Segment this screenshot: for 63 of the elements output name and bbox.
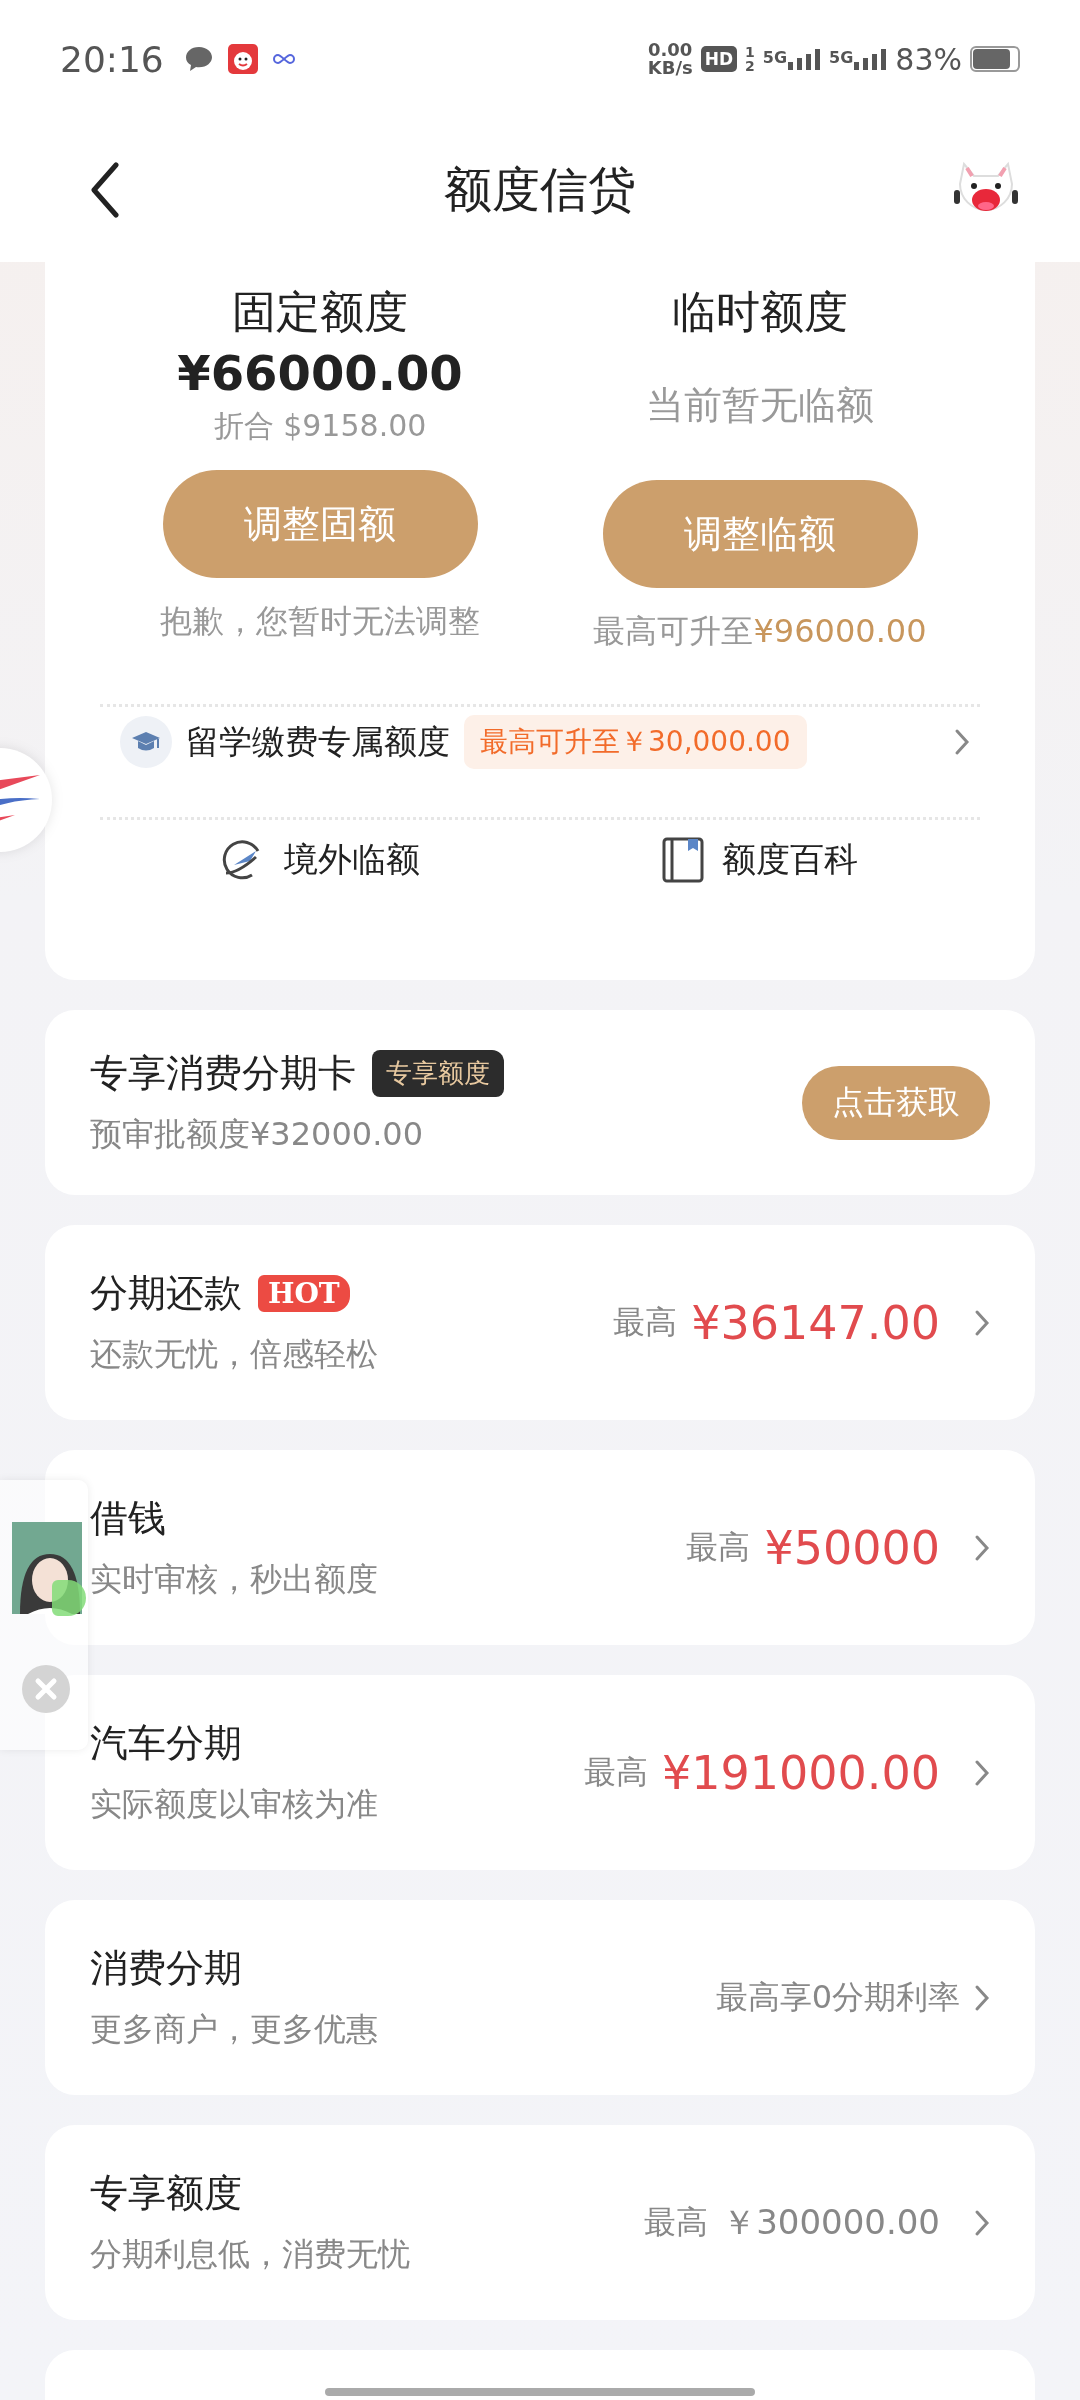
- message-icon: [183, 45, 214, 73]
- chevron-right-icon[interactable]: [954, 728, 970, 756]
- offer-subtitle: 预审批额度¥32000.00: [90, 1114, 425, 1155]
- quota-title: 固定额度: [232, 285, 408, 339]
- converted-amount: 折合 $9158.00: [213, 407, 427, 445]
- sim-label: 1: [745, 45, 755, 59]
- product-title: 分期还款: [90, 1270, 242, 1317]
- product-subtitle: 更多商户，更多优惠: [90, 2009, 378, 2050]
- app-icon: [227, 44, 258, 74]
- hot-badge: HOT: [258, 1275, 350, 1312]
- product-card[interactable]: 专享额度 分期利息低，消费无忧 最高 ￥300000.00: [45, 2125, 1035, 2320]
- quota-amount: ¥66000.00: [177, 344, 463, 403]
- signal-icon: [853, 48, 888, 70]
- chevron-right-icon: [974, 2208, 990, 2237]
- product-card[interactable]: 分期还款 HOT 还款无忧，倍感轻松 最高 ¥36147.00: [45, 1225, 1035, 1420]
- page-title: 额度信贷: [443, 160, 637, 219]
- product-subtitle: 实际额度以审核为准: [90, 1784, 378, 1825]
- signal-icon: [787, 48, 822, 70]
- product-title: 消费分期: [90, 1945, 242, 1992]
- product-card[interactable]: 汽车分期 实际额度以审核为准 最高 ¥191000.00: [45, 1675, 1035, 1870]
- product-subtitle: 还款无忧，倍感轻松: [90, 1334, 378, 1375]
- limit-label: 最高: [613, 1301, 678, 1343]
- product-title: 汽车分期: [90, 1720, 242, 1767]
- chevron-right-icon: [974, 1533, 990, 1562]
- chevron-right-icon: [974, 1308, 990, 1337]
- product-card[interactable]: 消费分期 更多商户，更多优惠 最高享0分期利率: [45, 1900, 1035, 2095]
- limit-amount: ¥36147.00: [691, 1295, 940, 1350]
- sim-label: 2: [745, 59, 755, 73]
- limit-label: 最高享0分期利率: [715, 1976, 960, 2018]
- promo-badge: 最高可升至￥30,000.00: [464, 715, 807, 769]
- book-icon[interactable]: [662, 837, 704, 883]
- graduation-cap-icon: [120, 716, 172, 768]
- infinity-icon: [271, 52, 296, 66]
- quota-note: 抱歉，您暂时无法调整: [160, 601, 480, 642]
- quota-status: 当前暂无临额: [646, 382, 874, 429]
- quota-title: 临时额度: [672, 285, 848, 339]
- chevron-right-icon: [974, 1983, 990, 2012]
- limit-label: 最高: [644, 2201, 709, 2243]
- quota-note: 最高可升至¥96000.00: [593, 611, 927, 652]
- status-time: 20:16: [60, 38, 164, 80]
- limit-amount: ￥300000.00: [722, 2200, 940, 2244]
- product-title: 专享额度: [90, 2170, 242, 2217]
- network-type: 5G: [829, 48, 854, 67]
- link-label[interactable]: 境外临额: [284, 837, 420, 883]
- limit-amount: ¥50000: [764, 1520, 940, 1575]
- product-card[interactable]: 借钱 实时审核，秒出额度 最高 ¥50000: [45, 1450, 1035, 1645]
- chevron-right-icon: [974, 1758, 990, 1787]
- limit-label: 最高: [686, 1526, 751, 1568]
- product-title: 借钱: [90, 1495, 166, 1542]
- limit-label: 最高: [583, 1751, 648, 1793]
- promo-label[interactable]: 留学缴费专属额度: [186, 719, 450, 765]
- product-subtitle: 实时审核，秒出额度: [90, 1559, 378, 1600]
- network-type: 5G: [762, 48, 788, 67]
- battery-icon: [970, 46, 1020, 72]
- back-icon[interactable]: [90, 162, 120, 218]
- hd-icon: HD: [700, 46, 738, 72]
- product-subtitle: 分期利息低，消费无忧: [90, 2234, 410, 2275]
- battery-percent: 83%: [895, 41, 962, 77]
- offer-title: 专享消费分期卡: [90, 1050, 356, 1097]
- network-speed: 0.00 KB/s: [647, 41, 693, 77]
- link-label[interactable]: 额度百科: [722, 837, 858, 883]
- limit-amount: ¥191000.00: [661, 1745, 940, 1800]
- offer-tag: 专享额度: [372, 1050, 504, 1097]
